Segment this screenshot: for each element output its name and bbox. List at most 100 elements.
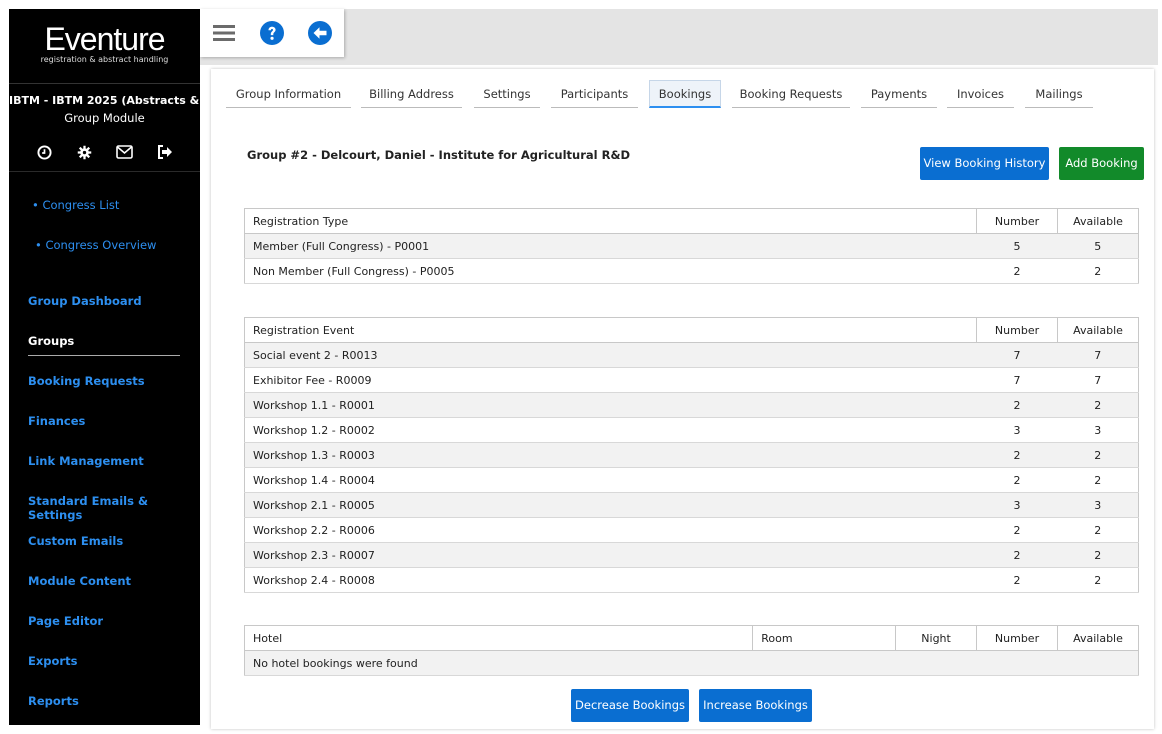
available-cell: 2 [1057, 542, 1139, 568]
sidebar: Eventure registration & abstract handlin… [9, 9, 200, 725]
table-row: Exhibitor Fee - R0009 7 7 [243, 367, 1139, 393]
column-header: Number [976, 317, 1059, 343]
item-name-cell: Workshop 1.1 - R0001 [243, 392, 977, 418]
item-name-cell: Workshop 1.2 - R0002 [243, 417, 977, 443]
nav-page-editor[interactable]: Page Editor [28, 614, 103, 628]
available-cell: 7 [1057, 367, 1139, 393]
column-header: Room [752, 625, 897, 651]
column-header: Hotel [243, 625, 754, 651]
number-cell: 2 [976, 258, 1058, 284]
nav-link-management[interactable]: Link Management [28, 454, 144, 468]
item-name-cell: Workshop 1.3 - R0003 [243, 442, 977, 468]
menu-icon[interactable] [200, 9, 248, 57]
number-cell: 3 [976, 417, 1058, 443]
table-row: Workshop 2.2 - R0006 2 2 [243, 517, 1139, 543]
number-cell: 3 [976, 492, 1058, 518]
help-icon[interactable] [248, 9, 296, 57]
number-cell: 2 [976, 517, 1058, 543]
nav-booking-requests[interactable]: Booking Requests [28, 374, 145, 388]
column-header: Available [1057, 208, 1139, 234]
table-row: Member (Full Congress) - P0001 5 5 [243, 233, 1139, 259]
table-row: Workshop 2.4 - R0008 2 2 [243, 567, 1139, 593]
view-booking-history-button[interactable]: View Booking History [920, 147, 1049, 180]
tab-booking-requests[interactable]: Booking Requests [732, 81, 850, 108]
number-cell: 2 [976, 542, 1058, 568]
available-cell: 3 [1057, 492, 1139, 518]
nav-group-dashboard[interactable]: Group Dashboard [28, 294, 142, 308]
item-name-cell: Social event 2 - R0013 [243, 342, 977, 368]
logo-text: Eventure [44, 21, 165, 57]
item-name-cell: Workshop 2.2 - R0006 [243, 517, 977, 543]
number-cell: 5 [976, 233, 1058, 259]
item-name-cell: Workshop 2.1 - R0005 [243, 492, 977, 518]
tab-mailings[interactable]: Mailings [1025, 81, 1093, 108]
table-row: Workshop 2.1 - R0005 3 3 [243, 492, 1139, 518]
logo: Eventure registration & abstract handlin… [9, 9, 200, 83]
logout-icon[interactable] [156, 143, 174, 161]
congress-list-link[interactable]: • Congress List [32, 198, 119, 212]
column-header: Number [976, 208, 1059, 234]
available-cell: 2 [1057, 567, 1139, 593]
table-row: Workshop 2.3 - R0007 2 2 [243, 542, 1139, 568]
column-header: Night [895, 625, 978, 651]
nav-module-content[interactable]: Module Content [28, 574, 131, 588]
table-row: Workshop 1.2 - R0002 3 3 [243, 417, 1139, 443]
column-header: Number [976, 625, 1058, 651]
item-name-cell: Member (Full Congress) - P0001 [243, 233, 977, 259]
congress-title: IBTM - IBTM 2025 (Abstracts & Par... [9, 94, 200, 107]
item-name-cell: Workshop 1.4 - R0004 [243, 467, 977, 493]
tab-bookings[interactable]: Bookings [649, 80, 721, 108]
available-cell: 2 [1057, 392, 1139, 418]
tab-billing-address[interactable]: Billing Address [361, 81, 462, 108]
number-cell: 2 [976, 442, 1058, 468]
table-row: Workshop 1.3 - R0003 2 2 [243, 442, 1139, 468]
nav-finances[interactable]: Finances [28, 414, 85, 428]
number-cell: 2 [976, 567, 1058, 593]
available-cell: 7 [1057, 342, 1139, 368]
sidebar-icon-row [9, 141, 200, 163]
available-cell: 5 [1057, 233, 1139, 259]
column-header: Available [1056, 625, 1140, 651]
clock-icon[interactable] [36, 143, 54, 161]
increase-bookings-button[interactable]: Increase Bookings [699, 689, 812, 722]
tab-settings[interactable]: Settings [474, 81, 540, 108]
available-cell: 2 [1057, 467, 1139, 493]
tab-invoices[interactable]: Invoices [947, 81, 1014, 108]
nav-reports[interactable]: Reports [28, 694, 79, 708]
available-cell: 2 [1057, 258, 1139, 284]
top-button-group [200, 9, 344, 57]
number-cell: 7 [976, 367, 1058, 393]
empty-message: No hotel bookings were found [244, 650, 1139, 676]
decrease-bookings-button[interactable]: Decrease Bookings [571, 689, 689, 722]
number-cell: 2 [976, 467, 1058, 493]
nav-exports[interactable]: Exports [28, 654, 77, 668]
registration-type-table: Registration Type Number Available Membe… [243, 208, 1139, 284]
item-name-cell: Workshop 2.3 - R0007 [243, 542, 977, 568]
add-booking-button[interactable]: Add Booking [1059, 147, 1144, 180]
table-row: Workshop 1.1 - R0001 2 2 [243, 392, 1139, 418]
number-cell: 7 [976, 342, 1058, 368]
item-name-cell: Exhibitor Fee - R0009 [243, 367, 977, 393]
back-arrow-icon[interactable] [296, 9, 344, 57]
nav-groups[interactable]: Groups [28, 334, 74, 348]
tab-group-information[interactable]: Group Information [226, 81, 351, 108]
available-cell: 3 [1057, 417, 1139, 443]
number-cell: 2 [976, 392, 1058, 418]
top-bar [200, 9, 1158, 65]
gear-icon[interactable] [76, 143, 94, 161]
tab-participants[interactable]: Participants [551, 81, 638, 108]
registration-event-table: Registration Event Number Available Soci… [243, 317, 1139, 593]
item-name-cell: Non Member (Full Congress) - P0005 [243, 258, 977, 284]
congress-overview-link[interactable]: • Congress Overview [35, 238, 156, 252]
logo-tagline: registration & abstract handling [40, 55, 169, 64]
tab-payments[interactable]: Payments [861, 81, 937, 108]
table-row: Workshop 1.4 - R0004 2 2 [243, 467, 1139, 493]
column-header: Available [1057, 317, 1139, 343]
column-header: Registration Event [243, 317, 978, 343]
mail-icon[interactable] [116, 143, 134, 161]
nav-standard-emails[interactable]: Standard Emails & Settings [28, 494, 200, 522]
main-panel: Group Information Billing Address Settin… [211, 69, 1154, 729]
nav-custom-emails[interactable]: Custom Emails [28, 534, 123, 548]
active-nav-underline [28, 355, 180, 356]
available-cell: 2 [1057, 442, 1139, 468]
